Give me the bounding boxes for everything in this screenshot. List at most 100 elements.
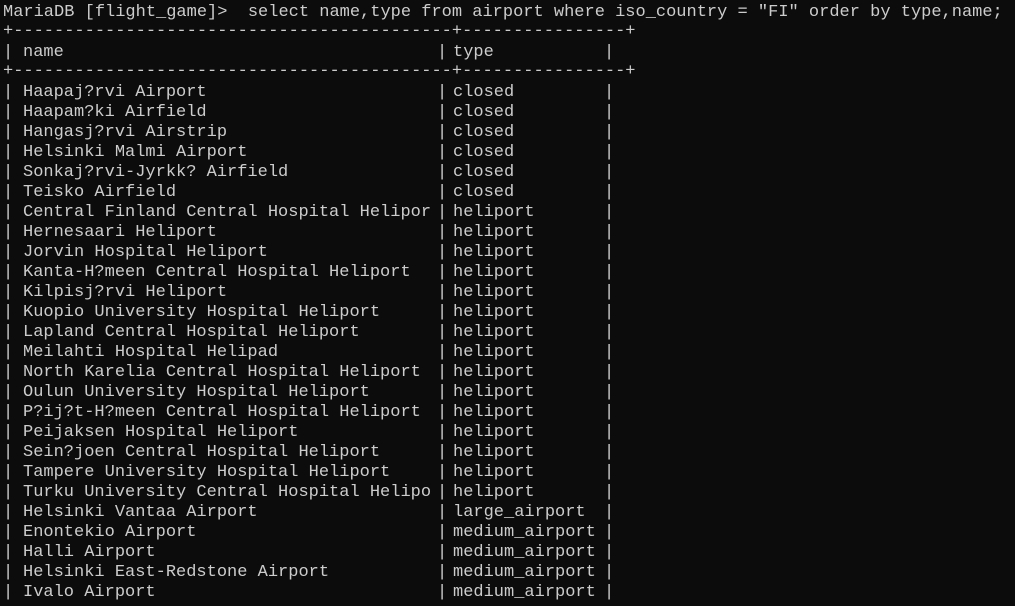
border-bar: | bbox=[604, 303, 615, 322]
border-bar: | bbox=[437, 583, 448, 602]
cell-type: heliport bbox=[453, 363, 535, 382]
cell-type: closed bbox=[453, 163, 515, 182]
table-row: | Helsinki East-Redstone Airport | medium_a… bbox=[3, 563, 615, 583]
border-bar: | bbox=[604, 583, 615, 602]
table-row: | Peijaksen Hospital Heliport | heliport | bbox=[3, 423, 614, 443]
border-bar: | bbox=[3, 243, 14, 262]
border-bar: | bbox=[437, 143, 448, 162]
border-bar: | bbox=[604, 343, 615, 362]
border-bar: | bbox=[3, 443, 14, 462]
table-row: | Kilpisj?rvi Heliport | heliport | bbox=[3, 283, 615, 303]
table-row: | P?ij?t-H?meen Central Hospital Heliport… bbox=[3, 403, 615, 423]
border-bar: | bbox=[604, 563, 615, 582]
border-bar: | bbox=[437, 343, 448, 362]
cell-type: closed bbox=[453, 123, 515, 142]
border-bar: | bbox=[604, 523, 615, 542]
prompt-label: MariaDB [flight_game]> bbox=[3, 3, 228, 22]
cell-type: heliport bbox=[453, 323, 535, 342]
border-bar: | bbox=[437, 283, 448, 302]
border-bar: | bbox=[437, 103, 448, 122]
cell-name: Kanta-H?meen Central Hospital Heliport bbox=[23, 263, 411, 282]
border-bar: | bbox=[3, 423, 14, 442]
cell-type: heliport bbox=[453, 383, 535, 402]
table-row: | Halli Airport | medium_airport | bbox=[3, 543, 614, 563]
border-bar: | bbox=[437, 363, 448, 382]
cell-name: Haapaj?rvi Airport bbox=[23, 83, 207, 102]
border-bar: | bbox=[3, 563, 14, 582]
cell-type: heliport bbox=[453, 203, 535, 222]
table-row: | Jorvin Hospital Heliport | heliport | bbox=[3, 243, 615, 263]
border-bar: | bbox=[3, 383, 14, 402]
cell-name: Central Finland Central Hospital Helipor bbox=[23, 203, 432, 222]
cell-name: Turku University Central Hospital Helipo bbox=[23, 483, 432, 502]
table-row: | Hernesaari Heliport | heliport | bbox=[3, 223, 615, 243]
border-bar: | bbox=[437, 183, 448, 202]
border-bar: | bbox=[604, 403, 615, 422]
table-row: | Haapaj?rvi Airport | closed | bbox=[3, 83, 615, 103]
border-bar: | bbox=[3, 183, 14, 202]
table-row: | Turku University Central Hospital Helip… bbox=[3, 483, 614, 503]
cell-type: heliport bbox=[453, 303, 535, 322]
table-row: | Central Finland Central Hospital Helipo… bbox=[3, 203, 614, 223]
cell-type: closed bbox=[453, 103, 515, 122]
border-bar: | bbox=[3, 103, 14, 122]
border-bar: | bbox=[437, 123, 448, 142]
cell-type: heliport bbox=[453, 343, 535, 362]
column-header-name: name bbox=[23, 43, 64, 62]
border-bar: | bbox=[604, 443, 615, 462]
cell-type: heliport bbox=[453, 263, 535, 282]
border-bar: | bbox=[3, 403, 14, 422]
border-bar: | bbox=[3, 123, 14, 142]
border-bar: | bbox=[604, 103, 615, 122]
border-bar: | bbox=[437, 463, 448, 482]
cell-type: medium_airport bbox=[453, 543, 596, 562]
border-bar: | bbox=[437, 543, 448, 562]
table-border-top: +---------------------------------------… bbox=[3, 22, 636, 41]
border-bar: | bbox=[604, 243, 615, 262]
border-bar: | bbox=[604, 323, 615, 342]
border-bar: | bbox=[604, 123, 615, 142]
table-row: | Ivalo Airport | medium_airport | bbox=[3, 583, 615, 603]
border-bar: | bbox=[437, 423, 448, 442]
table-row: | Haapam?ki Airfield | closed | bbox=[3, 103, 615, 123]
border-bar: | bbox=[604, 223, 615, 242]
cell-name: Oulun University Hospital Heliport bbox=[23, 383, 370, 402]
table-row: | Helsinki Vantaa Airport | large_airport | bbox=[3, 503, 615, 523]
table-row: | Enontekio Airport | medium_airport | bbox=[3, 523, 615, 543]
cell-name: Peijaksen Hospital Heliport bbox=[23, 423, 299, 442]
border-bar: | bbox=[604, 43, 615, 62]
border-bar: | bbox=[437, 203, 448, 222]
border-bar: | bbox=[604, 83, 615, 102]
border-bar: | bbox=[437, 223, 448, 242]
table-row: | Kanta-H?meen Central Hospital Heliport |… bbox=[3, 263, 614, 283]
cell-type: heliport bbox=[453, 283, 535, 302]
cell-name: Helsinki East-Redstone Airport bbox=[23, 563, 330, 582]
cell-name: P?ij?t-H?meen Central Hospital Heliport bbox=[23, 403, 421, 422]
command-line: MariaDB [flight_game]> select name,type … bbox=[3, 3, 1003, 23]
border-bar: | bbox=[3, 523, 14, 542]
border-bar: | bbox=[3, 143, 14, 162]
border-bar: | bbox=[437, 443, 448, 462]
border-bar: | bbox=[437, 303, 448, 322]
table-row: | Helsinki Malmi Airport | closed | bbox=[3, 143, 614, 163]
cell-type: heliport bbox=[453, 443, 535, 462]
border-bar: | bbox=[604, 283, 615, 302]
cell-name: Sein?joen Central Hospital Heliport bbox=[23, 443, 381, 462]
border-bar: | bbox=[437, 523, 448, 542]
border-bar: | bbox=[437, 563, 448, 582]
cell-type: heliport bbox=[453, 483, 535, 502]
table-header: | name | type | bbox=[3, 43, 615, 63]
cell-name: Lapland Central Hospital Heliport bbox=[23, 323, 360, 342]
border-bar: | bbox=[3, 343, 14, 362]
cell-name: Jorvin Hospital Heliport bbox=[23, 243, 268, 262]
border-bar: | bbox=[3, 43, 14, 62]
border-bar: | bbox=[3, 543, 14, 562]
border-bar: | bbox=[437, 383, 448, 402]
border-bar: | bbox=[437, 243, 448, 262]
border-bar: | bbox=[604, 503, 615, 522]
table-row: | Kuopio University Hospital Heliport | hel… bbox=[3, 303, 615, 323]
table-border-header: +---------------------------------------… bbox=[3, 62, 636, 81]
cell-name: Haapam?ki Airfield bbox=[23, 103, 207, 122]
table-row: | Oulun University Hospital Heliport | heli… bbox=[3, 383, 614, 403]
cell-type: heliport bbox=[453, 403, 535, 422]
